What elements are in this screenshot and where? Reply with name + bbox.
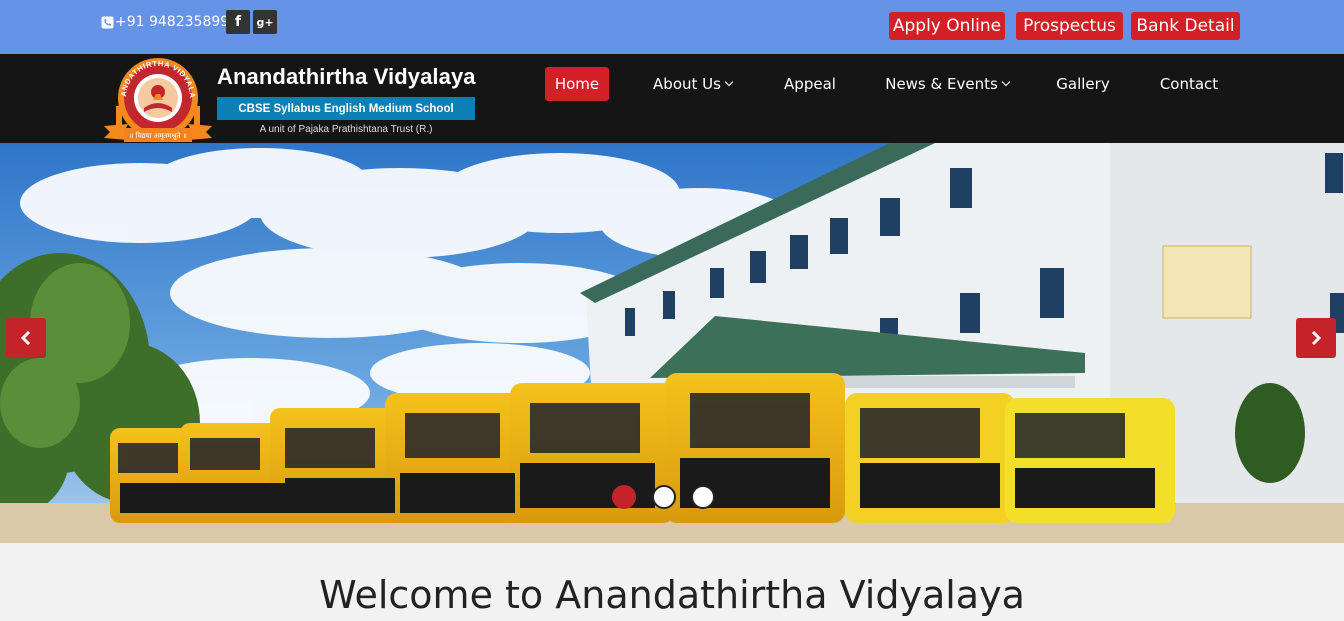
slider-dot-2[interactable]	[652, 485, 676, 509]
hero-slider[interactable]	[0, 143, 1344, 543]
nav-news-events-label: News & Events	[885, 75, 998, 93]
nav-gallery-label: Gallery	[1056, 75, 1110, 93]
facebook-icon[interactable]: f	[226, 10, 250, 34]
google-plus-icon[interactable]: g+	[253, 10, 277, 34]
slider-prev-button[interactable]	[6, 318, 46, 358]
nav-about-us[interactable]: About Us	[645, 67, 740, 101]
svg-text:॥ विद्यया अमृतमश्नुते ॥: ॥ विद्यया अमृतमश्नुते ॥	[129, 131, 187, 140]
phone-number: +91 9482358995	[115, 14, 239, 30]
hero-slide-image	[0, 143, 1344, 543]
nav-news-events[interactable]: News & Events	[882, 67, 1012, 101]
chevron-right-icon	[1311, 331, 1322, 345]
nav-contact-label: Contact	[1159, 75, 1219, 93]
apply-online-button[interactable]: Apply Online	[889, 12, 1005, 40]
nav-home-label: Home	[554, 75, 600, 93]
chevron-down-icon	[724, 77, 734, 87]
slider-dot-1[interactable]	[612, 485, 636, 509]
school-logo[interactable]: ANANDATHIRTHA VIDYALAYA ॥ विद्यया अमृतमश…	[102, 54, 214, 144]
trust-unit-text: A unit of Pajaka Prathishtana Trust (R.)	[259, 124, 433, 135]
nav-about-us-label: About Us	[653, 75, 721, 93]
nav-home[interactable]: Home	[545, 67, 609, 101]
nav-gallery[interactable]: Gallery	[1048, 67, 1118, 101]
welcome-heading: Welcome to Anandathirtha Vidyalaya	[319, 573, 1025, 617]
main-navbar: ANANDATHIRTHA VIDYALAYA ॥ विद्यया अमृतमश…	[0, 54, 1344, 143]
slider-dot-3[interactable]	[691, 485, 715, 509]
chevron-down-icon	[1001, 77, 1011, 87]
school-tagline: CBSE Syllabus English Medium School	[217, 97, 475, 120]
phone-icon	[101, 16, 114, 28]
slider-next-button[interactable]	[1296, 318, 1336, 358]
prospectus-button[interactable]: Prospectus	[1016, 12, 1123, 40]
bank-detail-button[interactable]: Bank Detail	[1131, 12, 1240, 40]
nav-contact[interactable]: Contact	[1154, 67, 1224, 101]
phone-contact[interactable]: +91 9482358995	[101, 14, 238, 30]
top-bar: +91 9482358995 f g+ Apply Online Prospec…	[0, 0, 1344, 54]
nav-appeal[interactable]: Appeal	[775, 67, 845, 101]
chevron-left-icon	[20, 331, 31, 345]
nav-appeal-label: Appeal	[784, 75, 836, 93]
school-name[interactable]: Anandathirtha Vidyalaya	[217, 64, 476, 90]
